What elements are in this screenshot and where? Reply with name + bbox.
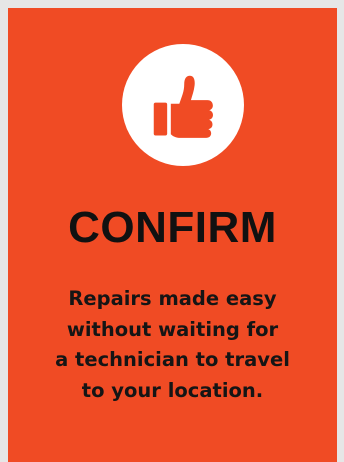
description-line: Repairs made easy — [68, 287, 277, 310]
card-description: Repairs made easy without waiting for a … — [8, 284, 337, 406]
confirm-card: CONFIRM Repairs made easy without waitin… — [8, 8, 337, 462]
card-title: CONFIRM — [68, 203, 277, 252]
description-line: without waiting for — [66, 317, 279, 341]
description-line: a technician to travel — [55, 348, 290, 371]
thumbs-up-icon — [153, 75, 213, 138]
description-line: to your location. — [81, 378, 264, 402]
icon-circle — [122, 44, 244, 166]
